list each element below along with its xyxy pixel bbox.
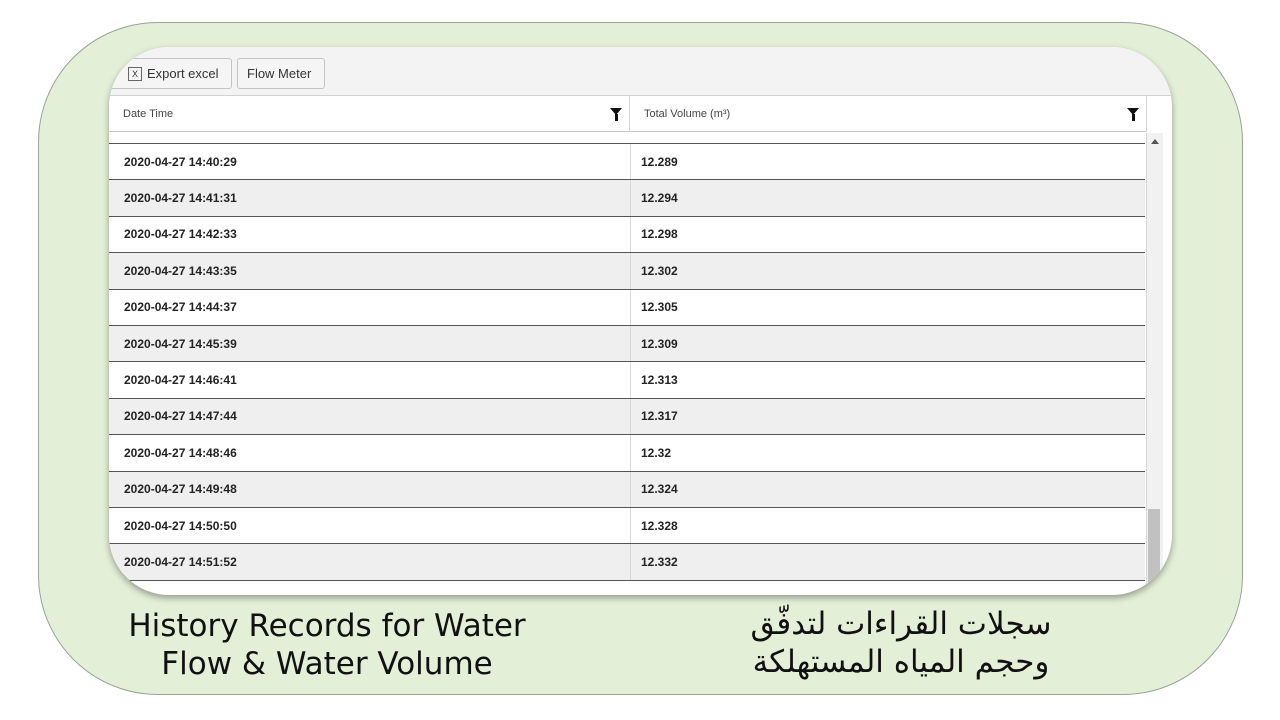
cell-date-time: 2020-04-27 14:51:52: [124, 554, 237, 569]
table-row-partial: [109, 133, 1145, 144]
slide-card: X Export excel Flow Meter Date Time Tota…: [38, 22, 1243, 695]
cell-date-time: 2020-04-27 14:40:29: [124, 154, 237, 169]
filter-icon[interactable]: [1127, 108, 1139, 121]
cell-date-time: 2020-04-27 14:46:41: [124, 373, 237, 388]
scroll-up-arrow-icon[interactable]: [1151, 139, 1159, 144]
cell-date-time: 2020-04-27 14:41:31: [124, 191, 237, 206]
table-row[interactable]: 2020-04-27 14:44:37 12.305: [109, 289, 1145, 326]
table-header: Date Time Total Volume (m³): [109, 96, 1147, 132]
column-header-label: Date Time: [123, 108, 174, 120]
scrollbar-thumb[interactable]: [1148, 509, 1160, 589]
cell-date-time: 2020-04-27 14:49:48: [124, 482, 237, 497]
cell-date-time: 2020-04-27 14:50:50: [124, 518, 237, 533]
cell-date-time: 2020-04-27 14:47:44: [124, 409, 237, 424]
table-row[interactable]: 2020-04-27 14:50:50 12.328: [109, 507, 1145, 545]
cell-total-volume: 12.305: [630, 289, 1140, 325]
table-row[interactable]: 2020-04-27 14:45:39 12.309: [109, 325, 1145, 363]
table-row[interactable]: 2020-04-27 14:40:29 12.289: [109, 144, 1145, 181]
cell-date-time: 2020-04-27 14:45:39: [124, 336, 237, 351]
flow-meter-label: Flow Meter: [247, 66, 312, 81]
cell-total-volume: 12.298: [630, 216, 1140, 253]
history-table-panel: X Export excel Flow Meter Date Time Tota…: [109, 47, 1172, 595]
cell-date-time: 2020-04-27 14:43:35: [124, 263, 237, 278]
table-row[interactable]: 2020-04-27 14:43:35 12.302: [109, 253, 1145, 290]
cell-total-volume: 12.328: [630, 507, 1140, 544]
excel-icon: X: [128, 66, 142, 81]
table-row[interactable]: 2020-04-27 14:47:44 12.317: [109, 398, 1145, 436]
cell-total-volume: 12.294: [630, 180, 1140, 216]
column-header-label: Total Volume (m³): [644, 108, 731, 120]
cell-total-volume: 12.289: [630, 144, 1140, 180]
table-row[interactable]: 2020-04-27 14:41:31 12.294: [109, 180, 1145, 217]
english-caption-line1: History Records for Water: [128, 608, 526, 644]
table-row[interactable]: 2020-04-27 14:49:48 12.324: [109, 471, 1145, 508]
export-excel-label: Export excel: [147, 66, 219, 81]
english-caption: History Records for Water Flow & Water V…: [97, 607, 557, 683]
export-excel-button[interactable]: X Export excel: [109, 58, 232, 89]
cell-date-time: 2020-04-27 14:42:33: [124, 227, 237, 242]
cell-date-time: 2020-04-27 14:48:46: [124, 445, 237, 460]
arabic-caption: سجلات القراءات لتدفّق وحجم المياه المسته…: [706, 605, 1096, 681]
english-caption-line2: Flow & Water Volume: [161, 646, 493, 682]
column-header-date-time[interactable]: Date Time: [109, 96, 630, 132]
table-row[interactable]: 2020-04-27 14:51:52 12.332: [109, 544, 1145, 581]
flow-meter-button[interactable]: Flow Meter: [237, 58, 325, 89]
table-row[interactable]: 2020-04-27 14:46:41 12.313: [109, 362, 1145, 399]
column-header-total-volume[interactable]: Total Volume (m³): [630, 96, 1147, 132]
cell-total-volume: 12.32: [630, 435, 1140, 471]
table-row[interactable]: 2020-04-27 14:48:46 12.32: [109, 435, 1145, 472]
vertical-scrollbar[interactable]: [1146, 133, 1163, 595]
filter-icon[interactable]: [610, 108, 622, 121]
cell-total-volume: 12.302: [630, 253, 1140, 289]
cell-total-volume: 12.313: [630, 362, 1140, 398]
cell-total-volume: 12.332: [630, 544, 1140, 580]
table-body: 2020-04-27 14:40:29 12.289 2020-04-27 14:…: [109, 144, 1145, 581]
cell-total-volume: 12.317: [630, 398, 1140, 435]
table-row[interactable]: 2020-04-27 14:42:33 12.298: [109, 216, 1145, 254]
arabic-caption-line1: سجلات القراءات لتدفّق: [750, 606, 1052, 642]
cell-total-volume: 12.324: [630, 471, 1140, 507]
cell-total-volume: 12.309: [630, 325, 1140, 362]
cell-date-time: 2020-04-27 14:44:37: [124, 300, 237, 315]
arabic-caption-line2: وحجم المياه المستهلكة: [752, 644, 1050, 680]
table-toolbar: X Export excel Flow Meter: [109, 47, 1172, 96]
